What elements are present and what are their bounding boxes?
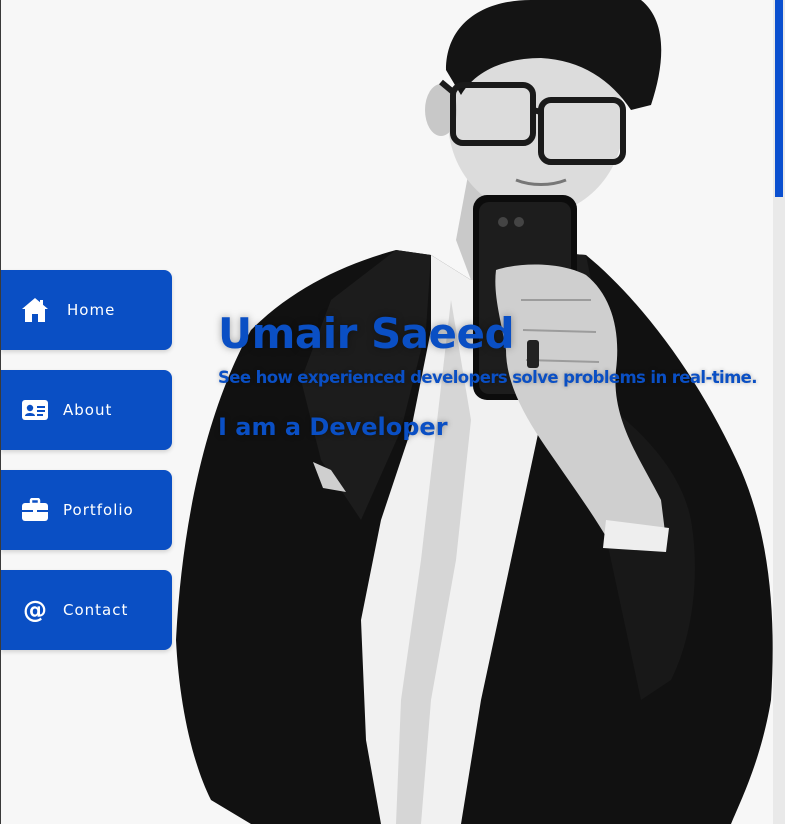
nav-item-contact[interactable]: @ Contact [1, 570, 172, 650]
nav-item-portfolio[interactable]: Portfolio [1, 470, 172, 550]
home-icon [21, 296, 49, 324]
hero-section: Umair Saeed See how experienced develope… [218, 308, 778, 441]
hero-role: I am a Developer [218, 413, 448, 441]
scrollbar-thumb[interactable] [775, 0, 783, 197]
hero-name: Umair Saeed [218, 309, 515, 358]
nav-item-about-label: About [63, 401, 113, 419]
nav-item-contact-label: Contact [63, 601, 129, 619]
nav-item-portfolio-label: Portfolio [63, 501, 134, 519]
briefcase-icon [21, 496, 49, 524]
id-card-icon [21, 396, 49, 424]
page: Home About Portfolio @ Contact Umair Sae… [0, 0, 785, 824]
hero-tagline: See how experienced developers solve pro… [218, 368, 758, 387]
at-icon: @ [21, 596, 49, 624]
nav-item-home-label: Home [67, 301, 116, 319]
svg-text:@: @ [23, 596, 47, 624]
nav-item-about[interactable]: About [1, 370, 172, 450]
nav-item-home[interactable]: Home [1, 270, 172, 350]
